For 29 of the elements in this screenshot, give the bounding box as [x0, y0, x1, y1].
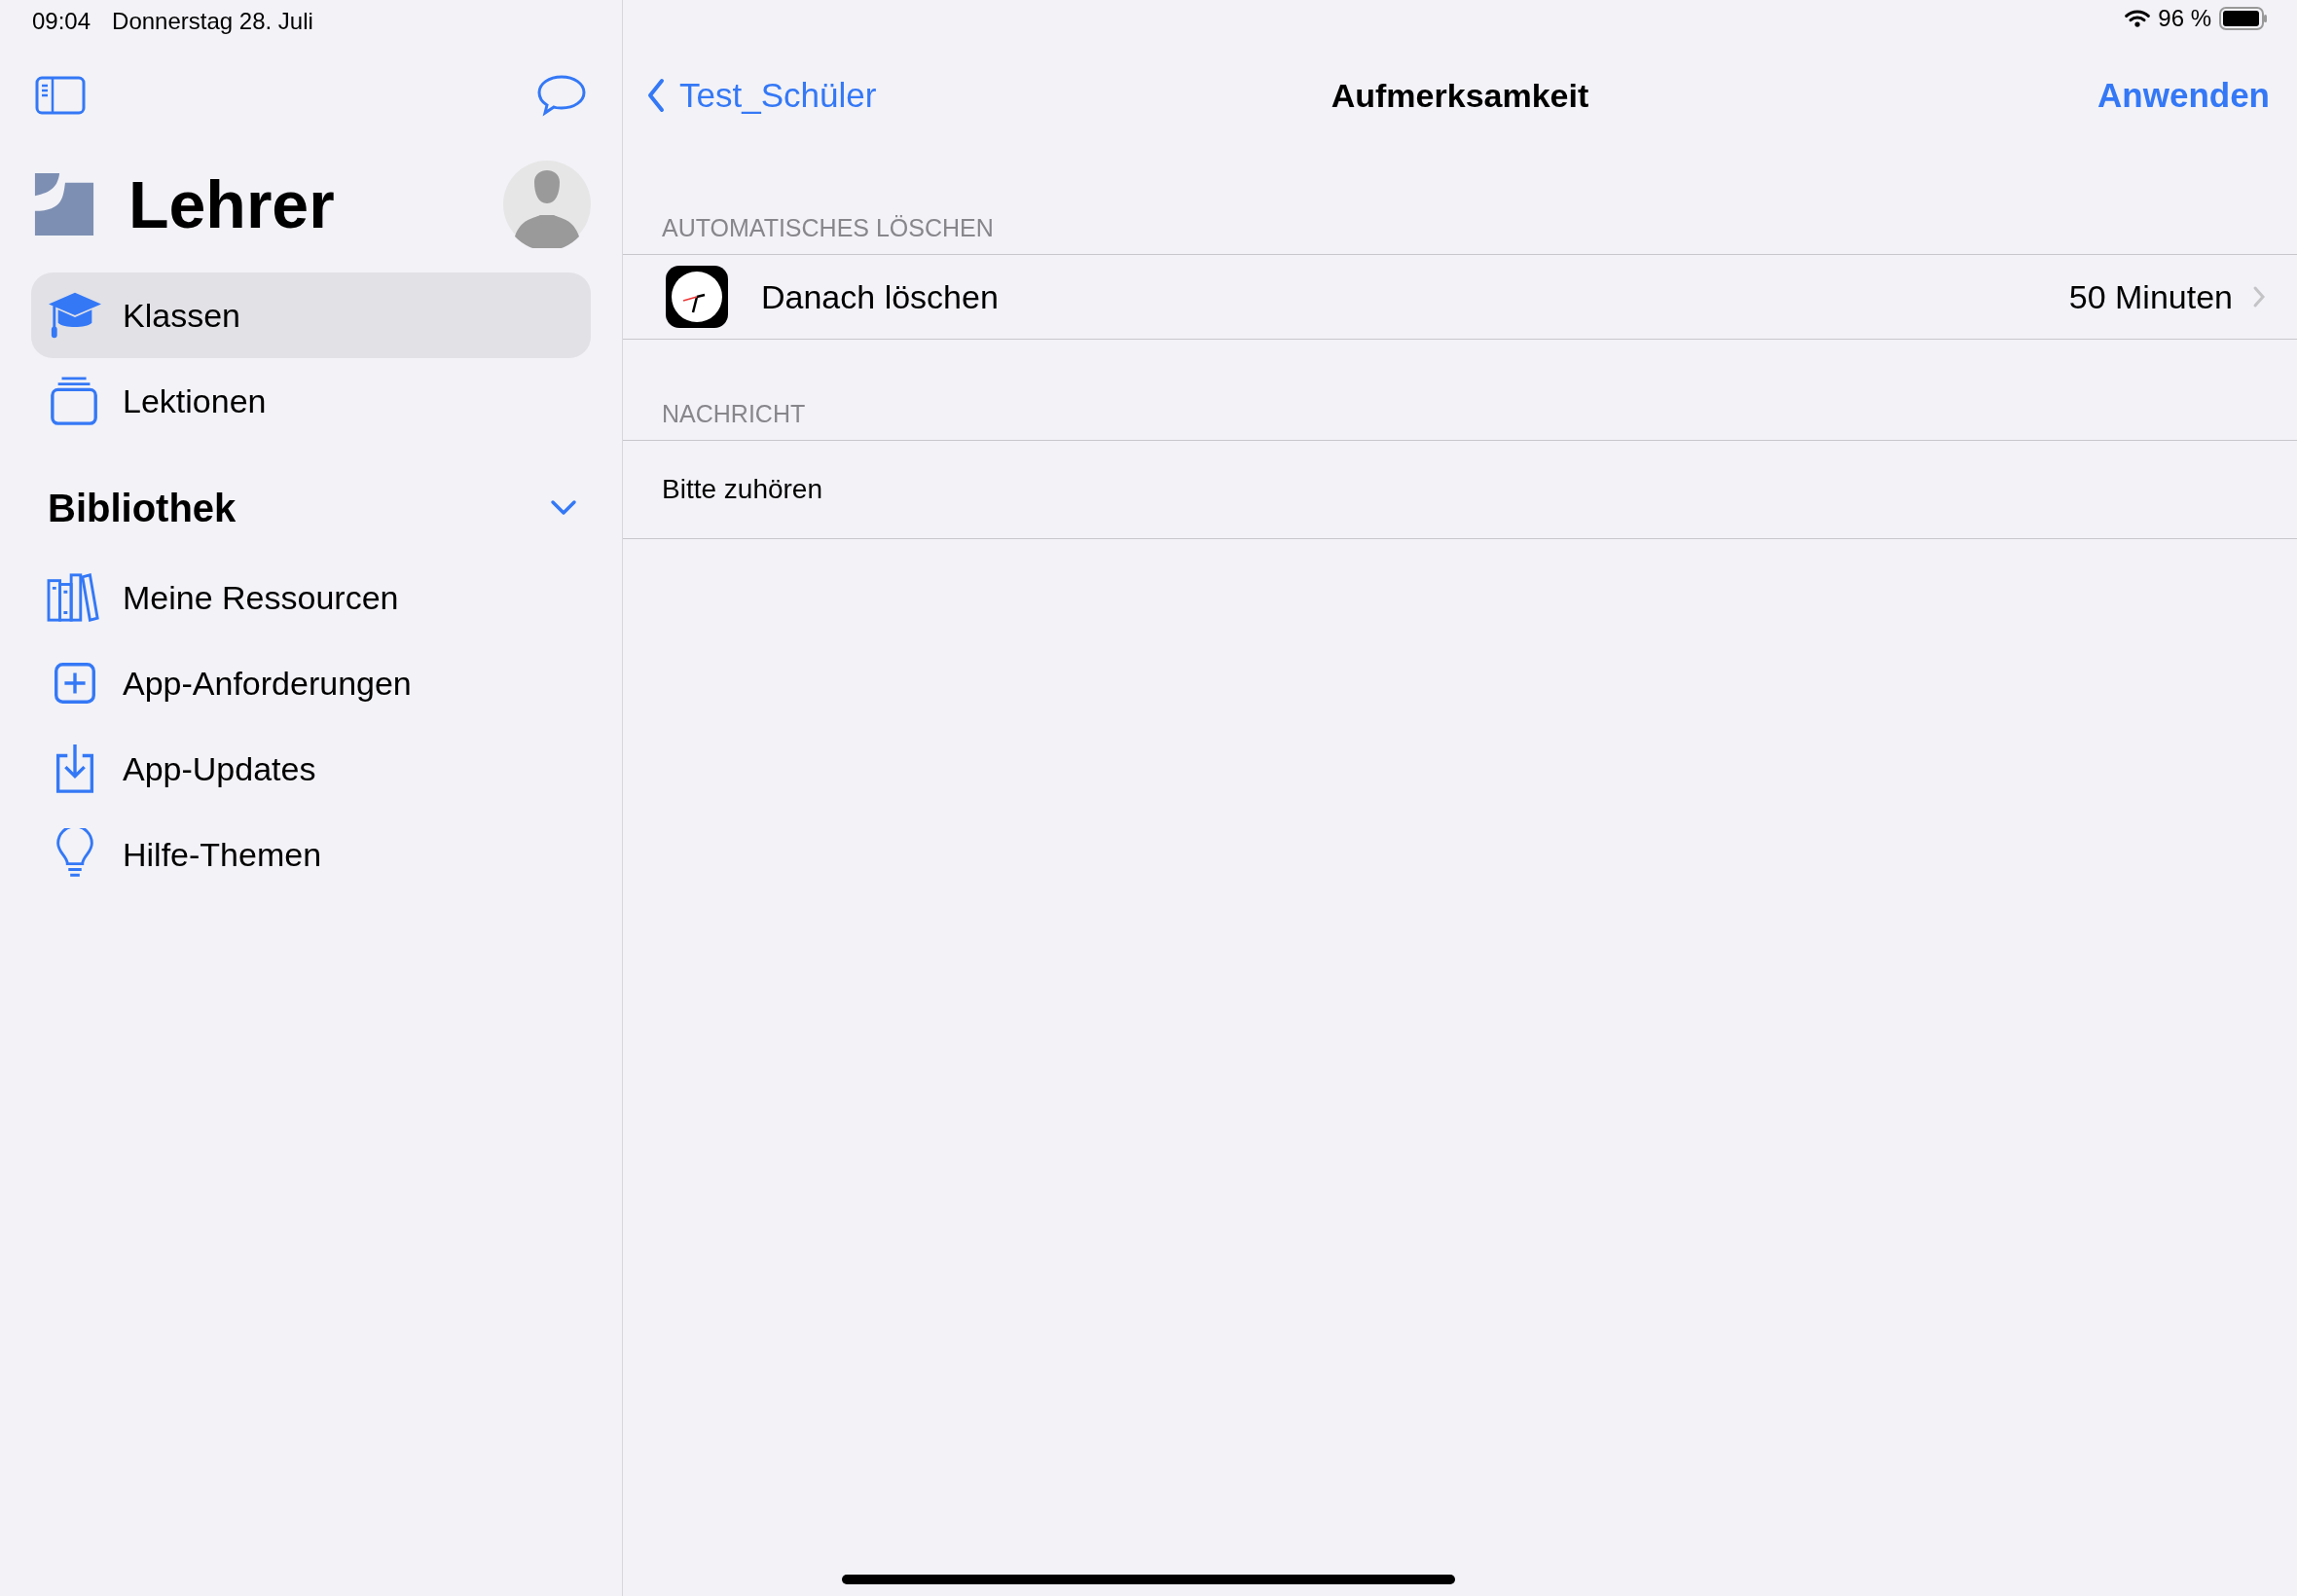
row-label: Danach löschen	[761, 277, 1000, 316]
sidebar-item[interactable]: App-Updates	[31, 726, 591, 812]
battery-icon	[2219, 7, 2268, 30]
sidebar-item[interactable]: Meine Ressourcen	[31, 555, 591, 640]
section-header: AUTOMATISCHES LÖSCHEN	[661, 213, 995, 243]
sidebar-item[interactable]: Lektionen	[31, 358, 591, 444]
settings-row[interactable]: Danach löschen 50 Minuten	[623, 255, 2297, 339]
sidebar-toggle-icon[interactable]	[35, 74, 86, 117]
avatar-silhouette-icon[interactable]	[503, 161, 591, 248]
status-time: 09:04	[32, 8, 91, 36]
message-field[interactable]: Bitte zuhören	[623, 441, 2297, 538]
sidebar-item[interactable]: App-Anforderungen	[31, 640, 591, 726]
back-button[interactable]: Test_Schüler	[646, 76, 877, 115]
status-date: Donnerstag 28. Juli	[112, 8, 313, 36]
apply-button[interactable]: Anwenden	[2097, 76, 2270, 115]
section-header: NACHRICHT	[661, 399, 807, 429]
message-bubble-icon[interactable]	[536, 74, 587, 117]
clock-icon	[666, 266, 728, 328]
page-title: Aufmerksamkeit	[1331, 76, 1589, 115]
battery-percent: 96 %	[2158, 5, 2211, 32]
row-value: 50 Minuten	[2068, 277, 2233, 316]
sidebar-item[interactable]: Hilfe-Themen	[31, 812, 591, 897]
section-title: Bibliothek	[48, 486, 237, 530]
chevron-left-icon	[646, 78, 666, 113]
chevron-icon[interactable]	[550, 499, 577, 517]
chevron-right-icon	[2252, 285, 2266, 308]
app-title: Lehrer	[128, 166, 336, 242]
sidebar-item[interactable]: Klassen	[31, 272, 591, 358]
wifi-icon	[2125, 9, 2151, 28]
